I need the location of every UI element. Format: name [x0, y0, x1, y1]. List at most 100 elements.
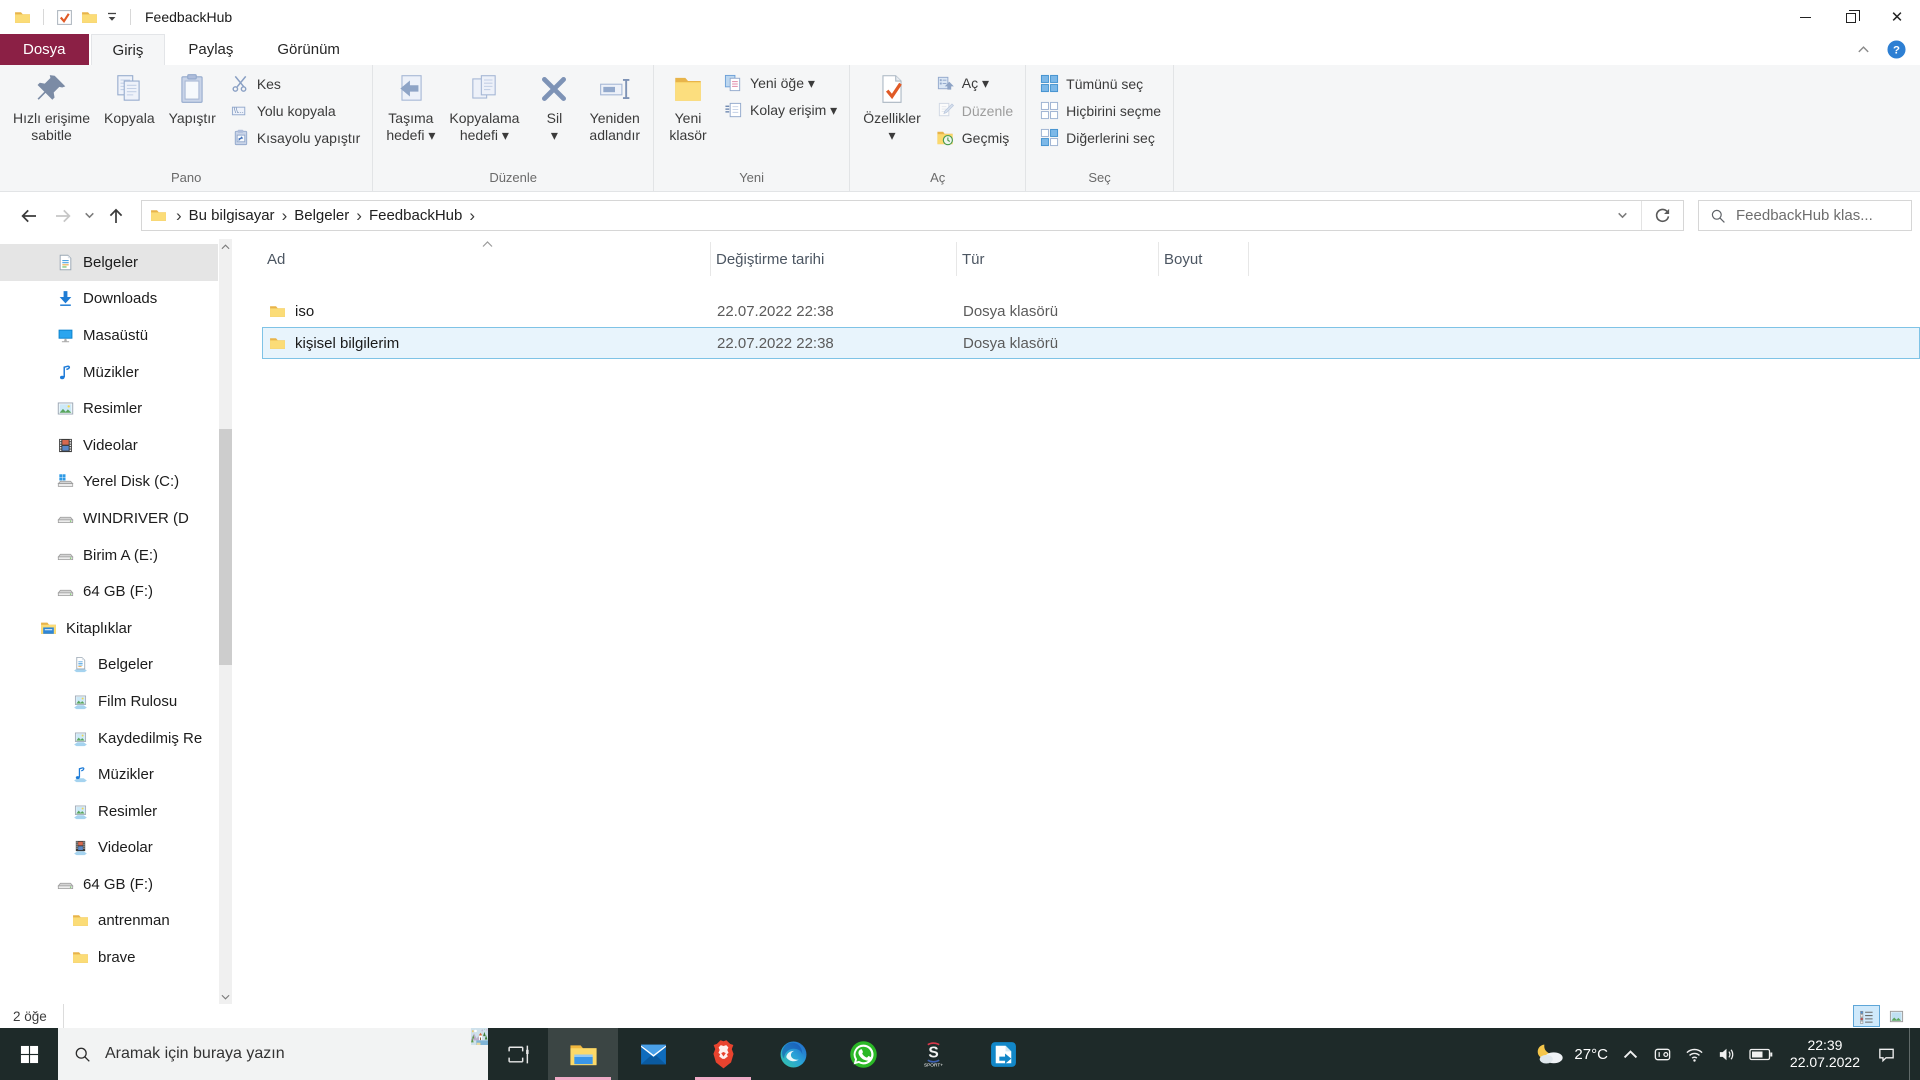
sidebar-item-kaydedilmi-re[interactable]: Kaydedilmiş Re	[0, 720, 218, 757]
sidebar-item-videolar[interactable]: Videolar	[0, 830, 218, 867]
file-row-iso[interactable]: iso 22.07.2022 22:38 Dosya klasörü	[262, 295, 1920, 327]
recent-locations-icon[interactable]	[83, 209, 96, 222]
temperature[interactable]: 27°C	[1574, 1046, 1608, 1063]
collapse-ribbon-icon[interactable]	[1856, 42, 1871, 57]
taskbar-s-sport-button[interactable]: S SPORT+	[898, 1028, 968, 1080]
large-icons-view-button[interactable]	[1883, 1005, 1910, 1027]
sidebar-item-belgeler[interactable]: Belgeler	[0, 244, 218, 281]
taskbar-search-input[interactable]	[103, 1044, 363, 1064]
sidebar-item-m-zikler[interactable]: Müzikler	[0, 756, 218, 793]
ribbon-button-k-sayolu-yap-t-r[interactable]: Kısayolu yapıştır	[225, 124, 367, 151]
sidebar-item-64-gb-f[interactable]: 64 GB (F:)	[0, 866, 218, 903]
taskbar-task-view-button[interactable]	[488, 1028, 548, 1080]
sidebar-item-m-zikler[interactable]: Müzikler	[0, 354, 218, 391]
sidebar-item-antrenman[interactable]: antrenman	[0, 903, 218, 940]
ribbon-button-yolu-kopyala[interactable]: \\... Yolu kopyala	[225, 97, 367, 124]
tab-payla[interactable]: Paylaş	[167, 34, 254, 65]
sidebar-item-downloads[interactable]: Downloads	[0, 281, 218, 318]
up-icon[interactable]	[106, 206, 126, 226]
sort-ascending-icon[interactable]	[481, 240, 494, 248]
ribbon-button-kolay-eri-im[interactable]: Kolay erişim ▾	[718, 97, 843, 124]
file-row-ki-isel-bilgilerim[interactable]: kişisel bilgilerim 22.07.2022 22:38 Dosya …	[262, 327, 1920, 359]
tab-dosya[interactable]: Dosya	[0, 34, 89, 65]
column-header-de-i-tirme-tarihi[interactable]: Değiştirme tarihi	[711, 242, 957, 276]
ribbon-button-ta-ma-hedefi[interactable]: Taşıma hedefi ▾	[379, 68, 442, 146]
sidebar-item-resimler[interactable]: Resimler	[0, 793, 218, 830]
back-icon[interactable]	[19, 206, 39, 226]
ribbon-button-sil[interactable]: Sil ▾	[526, 68, 582, 146]
details-view-button[interactable]	[1853, 1005, 1880, 1027]
ribbon-button-ge-mi[interactable]: Geçmiş	[930, 124, 1019, 151]
ribbon-button-t-m-n-se[interactable]: Tümünü seç	[1034, 70, 1167, 97]
start-button[interactable]	[0, 1028, 58, 1080]
sidebar-item-brave[interactable]: brave	[0, 939, 218, 976]
ribbon-button-a[interactable]: Aç ▾	[930, 70, 1019, 97]
breadcrumb-segment-bu-bilgisayar[interactable]: Bu bilgisayar	[189, 207, 275, 224]
ribbon-button-h-zl-eri-ime-sabitle[interactable]: Hızlı erişime sabitle	[6, 68, 97, 146]
tray-chevron-up-icon[interactable]	[1621, 1045, 1640, 1064]
sidebar-item-windriver-d[interactable]: WINDRIVER (D	[0, 500, 218, 537]
taskbar-whatsapp-button[interactable]	[828, 1028, 898, 1080]
ribbon-button-kopyalama-hedefi[interactable]: Kopyalama hedefi ▾	[442, 68, 526, 146]
minimize-button[interactable]	[1782, 0, 1828, 34]
forward-icon[interactable]	[53, 206, 73, 226]
ribbon-button-zellikler[interactable]: Özellikler ▾	[856, 68, 928, 146]
battery-icon[interactable]	[1749, 1047, 1773, 1062]
sidebar-item-film-rulosu[interactable]: Film Rulosu	[0, 683, 218, 720]
column-header-t-r[interactable]: Tür	[957, 242, 1159, 276]
sidebar-scrollbar-thumb[interactable]	[219, 429, 232, 665]
search-box[interactable]	[1698, 200, 1912, 231]
breadcrumb-segment-feedbackhub[interactable]: FeedbackHub	[369, 207, 462, 224]
ribbon-button-di-erlerini-se[interactable]: Diğerlerini seç	[1034, 124, 1167, 151]
breadcrumb-chevron-icon[interactable]: ›	[275, 207, 295, 224]
volume-icon[interactable]	[1717, 1045, 1736, 1064]
search-highlights-illustration[interactable]	[471, 1028, 488, 1045]
scroll-down-icon[interactable]	[219, 989, 232, 1004]
cast-icon[interactable]	[1653, 1045, 1672, 1064]
breadcrumb-chevron-icon[interactable]: ›	[349, 207, 369, 224]
taskbar-brave-button[interactable]	[688, 1028, 758, 1080]
breadcrumb-chevron-icon[interactable]: ›	[169, 207, 189, 224]
sidebar-item-videolar[interactable]: Videolar	[0, 427, 218, 464]
column-header-boyut[interactable]: Boyut	[1159, 242, 1249, 276]
help-icon[interactable]: ?	[1887, 40, 1906, 59]
qat-customize-icon[interactable]	[106, 11, 118, 23]
sidebar-item-masa-st[interactable]: Masaüstü	[0, 317, 218, 354]
sidebar-item-resimler[interactable]: Resimler	[0, 390, 218, 427]
sidebar-scrollbar[interactable]	[219, 239, 232, 1004]
scroll-up-icon[interactable]	[219, 239, 232, 254]
sidebar-item-kitapl-klar[interactable]: Kitaplıklar	[0, 610, 218, 647]
weather-icon[interactable]	[1535, 1042, 1565, 1066]
taskbar-edge-button[interactable]	[758, 1028, 828, 1080]
clock[interactable]: 22:39 22.07.2022	[1786, 1037, 1864, 1071]
taskbar-mail-button[interactable]	[618, 1028, 688, 1080]
ribbon-button-yeniden-adland-r[interactable]: Yeniden adlandır	[582, 68, 647, 146]
qat-properties-icon[interactable]	[56, 9, 73, 26]
taskbar-share-app-button[interactable]	[968, 1028, 1038, 1080]
ribbon-button-yeni-e[interactable]: Yeni öğe ▾	[718, 70, 843, 97]
taskbar-search[interactable]	[58, 1028, 488, 1080]
restore-button[interactable]	[1828, 0, 1874, 34]
breadcrumb-chevron-icon[interactable]: ›	[462, 207, 482, 224]
close-button[interactable]: ✕	[1874, 0, 1920, 34]
sidebar-item-belgeler[interactable]: Belgeler	[0, 647, 218, 684]
tab-giri[interactable]: Giriş	[90, 34, 166, 65]
address-dropdown-icon[interactable]	[1616, 209, 1629, 222]
ribbon-button-yap-t-r[interactable]: Yapıştır	[162, 68, 223, 129]
taskbar-file-explorer-button[interactable]	[548, 1028, 618, 1080]
ribbon-button-d-zenle[interactable]: Düzenle	[930, 97, 1019, 124]
ribbon-button-kopyala[interactable]: Kopyala	[97, 68, 162, 129]
sidebar-item-yerel-disk-c[interactable]: Yerel Disk (C:)	[0, 464, 218, 501]
refresh-icon[interactable]	[1654, 207, 1671, 224]
ribbon-button-hi-birini-se-me[interactable]: Hiçbirini seçme	[1034, 97, 1167, 124]
ribbon-button-kes[interactable]: Kes	[225, 70, 367, 97]
qat-new-folder-icon[interactable]	[81, 9, 98, 26]
sidebar-item-birim-a-e[interactable]: Birim A (E:)	[0, 537, 218, 574]
ribbon-button-yeni-klas-r[interactable]: Yeni klasör	[660, 68, 716, 146]
breadcrumb[interactable]: › Bu bilgisayar › Belgeler › FeedbackHub ›	[141, 200, 1684, 231]
tab-g-r-n-m[interactable]: Görünüm	[256, 34, 361, 65]
search-input[interactable]	[1736, 207, 1911, 224]
show-desktop-button[interactable]	[1909, 1028, 1916, 1080]
wifi-icon[interactable]	[1685, 1045, 1704, 1064]
action-center-icon[interactable]	[1877, 1045, 1896, 1064]
